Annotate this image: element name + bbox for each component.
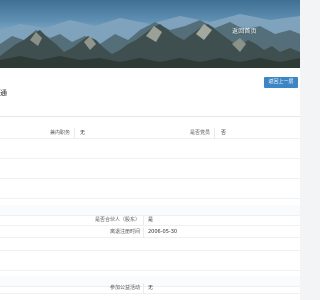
detail-row [0,168,300,179]
column-divider [143,283,144,294]
detail-row [0,188,300,199]
header-banner: 返回首页 [0,0,300,68]
field-value: 无 [148,285,154,291]
field-label: 是否党员 [189,130,210,136]
detail-row: 离退注册时间 2006-05-30 [0,227,300,238]
title-divider [0,116,300,117]
column-divider [143,215,144,226]
detail-row [0,148,300,159]
detail-row: 是否合伙人（股东） 是 [0,215,300,226]
page-title: 通 [0,89,7,97]
detail-row: 兼内职务 无 是否党员 否 [0,128,300,139]
detail-row [0,260,300,271]
home-link[interactable]: 返回首页 [232,26,257,35]
field-value: 是 [148,217,154,223]
detail-row: 参加公益活动 无 [0,283,300,294]
field-label: 参加公益活动 [109,285,140,291]
field-value: 无 [80,130,86,136]
back-button[interactable]: 返回上一层 [264,77,298,88]
detail-card: 返回上一层 通 兼内职务 无 是否党员 否 是否合伙人（股东） 是 离退注册时间… [0,68,300,300]
field-label: 兼内职务 [49,130,70,136]
field-value: 否 [221,130,227,136]
detail-row [0,240,300,251]
field-label: 是否合伙人（股东） [94,217,140,223]
field-value: 2006-05-30 [148,229,178,235]
column-divider [143,227,144,238]
column-divider [214,128,215,139]
column-divider [74,128,75,139]
field-label: 离退注册时间 [109,229,140,235]
